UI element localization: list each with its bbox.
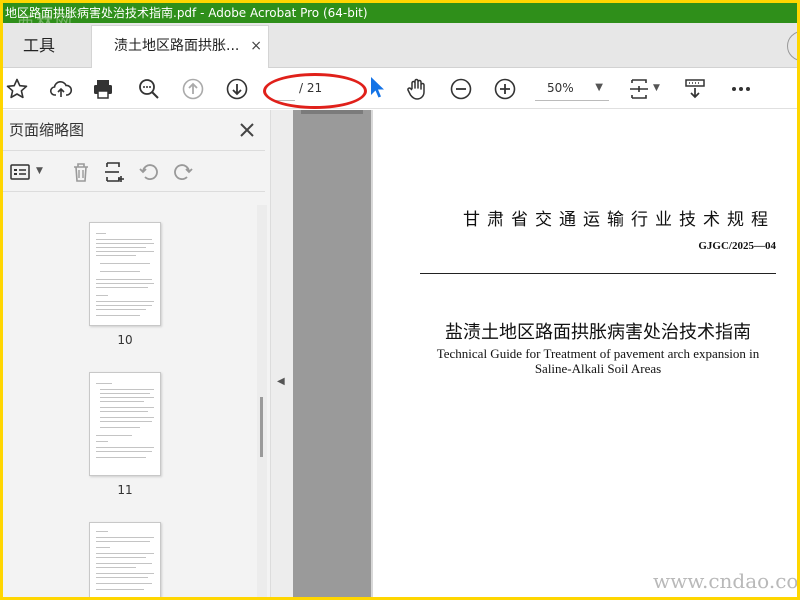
- tab-document[interactable]: 渍土地区路面拱胀... ×: [91, 25, 269, 68]
- thumbnail-scrollbar[interactable]: [257, 205, 267, 597]
- star-icon[interactable]: [5, 77, 29, 101]
- app-window: 地区路面拱胀病害处治技术指南.pdf - Adobe Acrobat Pro (…: [3, 3, 797, 597]
- document-page: 甘肃省交通运输行业技术规程 GJGC/2025—04 盐渍土地区路面拱胀病害处治…: [373, 110, 797, 597]
- previous-page-edge: [293, 110, 371, 597]
- thumbnail-page[interactable]: [89, 222, 161, 326]
- doc-code: GJGC/2025—04: [698, 240, 776, 252]
- cloud-upload-icon[interactable]: [49, 77, 73, 101]
- tab-bar: 工具 渍土地区路面拱胀... ×: [3, 23, 797, 68]
- add-tab-button[interactable]: [787, 31, 797, 61]
- tab-document-label: 渍土地区路面拱胀...: [114, 38, 240, 54]
- collapse-panel-icon[interactable]: ◀: [277, 376, 285, 387]
- tab-tools[interactable]: 工具: [3, 23, 83, 68]
- arrow-down-circle-icon[interactable]: [225, 77, 249, 101]
- thumbnail-page[interactable]: [89, 372, 161, 476]
- trash-icon[interactable]: [69, 160, 93, 184]
- doc-title-en: Technical Guide for Treatment of pavemen…: [413, 346, 783, 376]
- thumbnail-options-icon[interactable]: [9, 160, 33, 184]
- thumbnail-label: 11: [117, 483, 133, 497]
- doc-title-en-line2: Saline-Alkali Soil Areas: [534, 361, 662, 376]
- options-chevron-icon[interactable]: ▼: [36, 166, 43, 176]
- panel-toolbar: ▼: [3, 150, 265, 192]
- thumbnail-label: 10: [117, 333, 133, 347]
- window-title-bar: 地区路面拱胀病害处治技术指南.pdf - Adobe Acrobat Pro (…: [3, 3, 797, 23]
- thumbnail-list: 10 11: [3, 193, 253, 597]
- zoom-out-icon[interactable]: [449, 77, 473, 101]
- doc-title-en-line1: Technical Guide for Treatment of pavemen…: [436, 346, 760, 361]
- doc-divider: [420, 273, 776, 274]
- rotate-right-icon[interactable]: [171, 160, 195, 184]
- zoom-in-icon[interactable]: [493, 77, 517, 101]
- doc-title-cn: 盐渍土地区路面拱胀病害处治技术指南: [445, 322, 751, 343]
- doc-header: 甘肃省交通运输行业技术规程: [463, 210, 775, 230]
- zoom-select[interactable]: 50% ▼: [535, 75, 609, 101]
- printer-icon[interactable]: [91, 77, 115, 101]
- pointer-cursor-icon[interactable]: [365, 75, 389, 99]
- panel-close-icon[interactable]: [237, 120, 257, 140]
- arrow-up-circle-icon[interactable]: [181, 77, 205, 101]
- rotate-left-icon[interactable]: [137, 160, 161, 184]
- document-view: 甘肃省交通运输行业技术规程 GJGC/2025—04 盐渍土地区路面拱胀病害处治…: [293, 110, 797, 597]
- search-zoom-icon[interactable]: [137, 77, 161, 101]
- scrollbar-thumb[interactable]: [260, 397, 263, 457]
- window-title: 地区路面拱胀病害处治技术指南.pdf - Adobe Acrobat Pro (…: [5, 6, 368, 20]
- zoom-value: 50%: [547, 81, 574, 95]
- thumbnail-page[interactable]: [89, 522, 161, 597]
- fit-page-chevron-icon[interactable]: ▼: [653, 83, 660, 93]
- chevron-down-icon: ▼: [595, 82, 603, 93]
- scroll-mode-icon[interactable]: [683, 77, 707, 101]
- main-toolbar: / 21 50% ▼ ▼: [3, 69, 797, 109]
- fit-page-icon[interactable]: [627, 77, 651, 101]
- hand-icon[interactable]: [405, 77, 429, 101]
- insert-page-icon[interactable]: [103, 160, 127, 184]
- more-icon[interactable]: [729, 77, 753, 101]
- panel-title: 页面缩略图: [9, 121, 85, 139]
- panel-splitter[interactable]: ◀: [271, 110, 293, 597]
- thumbnail-panel: 页面缩略图 ▼ 10 11: [3, 110, 271, 597]
- tab-close-icon[interactable]: ×: [250, 26, 262, 67]
- red-highlight-ellipse: [263, 73, 367, 109]
